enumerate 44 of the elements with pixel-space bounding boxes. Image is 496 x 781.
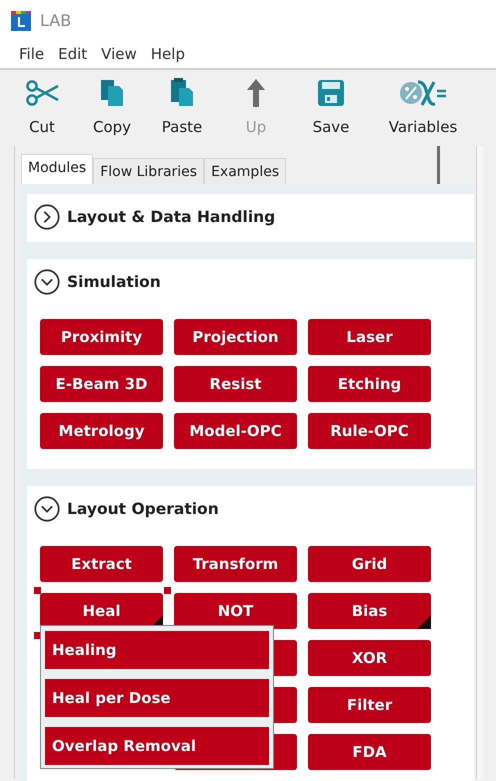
toolbar-button[interactable]: Save [306,78,356,136]
module-button[interactable]: Proximity [40,319,163,355]
module-button[interactable]: Filter [308,687,431,723]
chevron-down-icon[interactable] [34,496,60,522]
variables-icon [398,78,448,108]
panel-tab[interactable]: Flow Libraries [93,158,204,184]
module-button[interactable]: Projection [174,319,297,355]
section-title: Simulation [67,273,161,291]
toolbar-button[interactable]: Copy [84,78,140,136]
save-icon [316,78,346,108]
module-button[interactable]: Rule-OPC [308,413,431,449]
scissors-icon [25,78,59,108]
menu-option[interactable]: Overlap Removal [45,727,269,765]
window-title: LAB [40,10,72,30]
menu-option[interactable]: Healing [45,631,269,669]
module-button[interactable]: Bias [308,593,431,629]
panel-tab[interactable]: Examples [204,158,286,184]
module-button[interactable]: Metrology [40,413,163,449]
toolbar-button[interactable]: Cut [18,78,66,136]
module-button[interactable]: FDA [308,734,431,770]
section-title: Layout Operation [67,500,219,518]
module-button[interactable]: Model-OPC [174,413,297,449]
module-button[interactable]: NOT [174,593,297,629]
menu-item[interactable]: File [19,45,44,63]
module-button[interactable]: XOR [308,640,431,676]
module-button[interactable]: Transform [174,546,297,582]
menu-item[interactable]: Help [150,45,185,63]
chevron-right-icon[interactable] [34,204,60,230]
module-button[interactable]: Resist [174,366,297,402]
menu-item[interactable]: View [101,45,137,63]
menu-item[interactable]: Edit [58,45,88,63]
panel-tab[interactable]: Modules [21,154,94,184]
chevron-down-icon[interactable] [34,269,60,295]
toolbar-button[interactable]: Paste [154,78,210,136]
menu-option[interactable]: Heal per Dose [45,679,269,717]
module-button[interactable]: Laser [308,319,431,355]
module-button[interactable]: E-Beam 3D [40,366,163,402]
module-button[interactable]: Etching [308,366,431,402]
section-title: Layout & Data Handling [67,208,276,226]
selection-handles-icon[interactable] [34,587,171,639]
toolbar-button[interactable]: Variables [380,78,466,136]
module-button[interactable]: Extract [40,546,163,582]
module-button[interactable]: Grid [308,546,431,582]
app-logo-icon [11,11,31,31]
